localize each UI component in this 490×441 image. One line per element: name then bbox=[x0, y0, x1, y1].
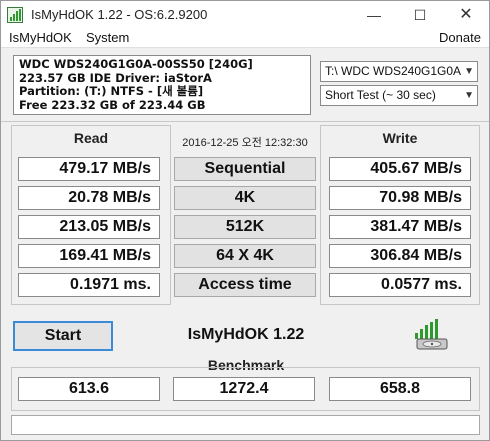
minimize-icon: — bbox=[367, 7, 381, 23]
test-length-select[interactable]: Short Test (~ 30 sec) ▼ bbox=[320, 85, 478, 106]
benchmark-read-score: 613.6 bbox=[18, 377, 160, 401]
drive-partition: Partition: (T:) NTFS - [새 볼륨] bbox=[19, 84, 204, 98]
512k-label: 512K bbox=[174, 215, 316, 239]
write-access-time-value: 0.0577 ms. bbox=[329, 273, 471, 297]
menu-donate[interactable]: Donate bbox=[439, 30, 481, 45]
4k-label: 4K bbox=[174, 186, 316, 210]
app-window: IsMyHdOK 1.22 - OS:6.2.9200 — ☐ ✕ IsMyHd… bbox=[0, 0, 490, 441]
menu-ismyhdok[interactable]: IsMyHdOK bbox=[9, 30, 72, 45]
read-64x4k-value: 169.41 MB/s bbox=[18, 244, 160, 268]
64x4k-label: 64 X 4K bbox=[174, 244, 316, 268]
title-bar[interactable]: IsMyHdOK 1.22 - OS:6.2.9200 — ☐ ✕ bbox=[1, 1, 489, 29]
read-access-time-value: 0.1971 ms. bbox=[18, 273, 160, 297]
status-bar bbox=[11, 415, 480, 435]
drive-select-value: T:\ WDC WDS240G1G0A bbox=[325, 64, 462, 78]
read-4k-value: 20.78 MB/s bbox=[18, 186, 160, 210]
menu-bar: IsMyHdOK System Donate bbox=[1, 29, 489, 48]
close-icon: ✕ bbox=[459, 6, 473, 23]
test-select-value: Short Test (~ 30 sec) bbox=[325, 88, 436, 102]
app-icon bbox=[7, 7, 23, 23]
chevron-down-icon: ▼ bbox=[464, 66, 474, 77]
write-sequential-value: 405.67 MB/s bbox=[329, 157, 471, 181]
drive-free-space: Free 223.32 GB of 223.44 GB bbox=[19, 97, 206, 112]
minimize-button[interactable]: — bbox=[351, 1, 397, 29]
app-name-label: IsMyHdOK 1.22 bbox=[187, 326, 305, 343]
chevron-down-icon: ▼ bbox=[464, 90, 474, 101]
maximize-button[interactable]: ☐ bbox=[397, 1, 443, 29]
maximize-icon: ☐ bbox=[413, 7, 427, 23]
sequential-label: Sequential bbox=[174, 157, 316, 181]
drive-size-driver: 223.57 GB IDE Driver: iaStorA bbox=[19, 70, 212, 85]
menu-system[interactable]: System bbox=[86, 30, 129, 45]
read-sequential-value: 479.17 MB/s bbox=[18, 157, 160, 181]
window-title: IsMyHdOK 1.22 - OS:6.2.9200 bbox=[31, 7, 208, 22]
hdd-signal-icon bbox=[415, 319, 448, 350]
write-4k-value: 70.98 MB/s bbox=[329, 186, 471, 210]
write-header: Write bbox=[382, 130, 418, 146]
drive-model: WDC WDS240G1G0A-00SS50 [240G] bbox=[19, 57, 253, 71]
start-button[interactable]: Start bbox=[13, 321, 113, 351]
read-header: Read bbox=[73, 130, 109, 146]
test-timestamp: 2016-12-25 오전 12:32:30 bbox=[182, 137, 308, 149]
drive-info-box: WDC WDS240G1G0A-00SS50 [240G] 223.57 GB … bbox=[13, 55, 311, 115]
divider bbox=[1, 121, 489, 122]
benchmark-write-score: 658.8 bbox=[329, 377, 471, 401]
write-512k-value: 381.47 MB/s bbox=[329, 215, 471, 239]
read-512k-value: 213.05 MB/s bbox=[18, 215, 160, 239]
benchmark-total-score: 1272.4 bbox=[173, 377, 315, 401]
drive-select[interactable]: T:\ WDC WDS240G1G0A ▼ bbox=[320, 61, 478, 82]
write-64x4k-value: 306.84 MB/s bbox=[329, 244, 471, 268]
close-button[interactable]: ✕ bbox=[443, 1, 489, 29]
access-time-label: Access time bbox=[174, 273, 316, 297]
